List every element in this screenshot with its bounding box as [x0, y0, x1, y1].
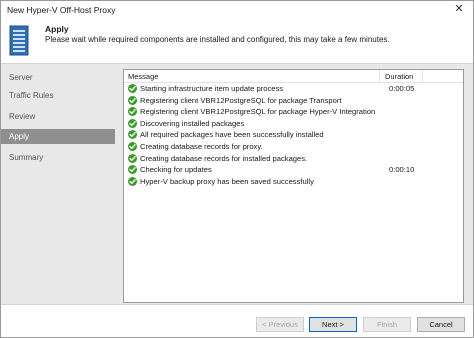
log-row[interactable]: Creating database records for installed … — [124, 153, 463, 165]
sidebar-item-server[interactable]: Server — [1, 70, 115, 85]
log-row[interactable]: Registering client VBR12PostgreSQL for p… — [124, 106, 463, 118]
main-content: Message Duration Starting infrastructure… — [115, 64, 473, 304]
success-check-icon — [128, 107, 137, 117]
log-message: Registering client VBR12PostgreSQL for p… — [140, 107, 376, 117]
column-header-message[interactable]: Message — [128, 72, 158, 81]
column-header-duration[interactable]: Duration — [385, 72, 413, 81]
wizard-footer: < Previous Next > Finish Cancel — [1, 304, 473, 337]
success-check-icon — [128, 141, 137, 151]
log-message: All required packages have been successf… — [140, 130, 324, 140]
log-message: Registering client VBR12PostgreSQL for p… — [140, 95, 342, 105]
success-check-icon — [128, 118, 137, 128]
log-row[interactable]: Hyper-V backup proxy has been saved succ… — [124, 176, 463, 188]
success-check-icon — [128, 130, 137, 140]
log-message: Creating database records for proxy. — [140, 141, 263, 151]
column-divider[interactable] — [422, 70, 423, 83]
close-icon[interactable]: ✕ — [445, 1, 473, 19]
sidebar-item-traffic-rules[interactable]: Traffic Rules — [1, 88, 115, 103]
log-duration: 0:00:10 — [389, 165, 415, 175]
success-check-icon — [128, 176, 137, 186]
log-row[interactable]: All required packages have been successf… — [124, 129, 463, 141]
sidebar-item-summary[interactable]: Summary — [1, 150, 115, 165]
column-divider[interactable] — [379, 70, 380, 83]
success-check-icon — [128, 84, 137, 93]
log-row[interactable]: Discovering installed packages — [124, 118, 463, 130]
log-header: Message Duration — [124, 70, 463, 83]
log-message: Checking for updates — [140, 165, 212, 175]
wizard-window: New Hyper-V Off-Host Proxy ✕ Apply Pleas… — [0, 0, 474, 338]
log-message: Starting infrastructure item update proc… — [140, 84, 284, 93]
window-title: New Hyper-V Off-Host Proxy — [7, 5, 116, 15]
log-row[interactable]: Creating database records for proxy. — [124, 141, 463, 153]
log-message: Hyper-V backup proxy has been saved succ… — [140, 176, 314, 186]
log-duration: 0:00:05 — [389, 84, 415, 93]
step-description: Please wait while required components ar… — [45, 35, 390, 44]
cancel-button[interactable]: Cancel — [417, 317, 465, 332]
next-button[interactable]: Next > — [309, 317, 357, 332]
log-rows: Starting infrastructure item update proc… — [124, 83, 463, 187]
step-title: Apply — [45, 24, 69, 34]
title-bar: New Hyper-V Off-Host Proxy ✕ — [1, 1, 473, 19]
wizard-steps-sidebar: Server Traffic Rules Review Apply Summar… — [1, 64, 115, 304]
log-message: Discovering installed packages — [140, 118, 245, 128]
log-row[interactable]: Starting infrastructure item update proc… — [124, 83, 463, 95]
log-row[interactable]: Registering client VBR12PostgreSQL for p… — [124, 95, 463, 107]
progress-log[interactable]: Message Duration Starting infrastructure… — [123, 69, 464, 303]
log-row[interactable]: Checking for updates 0:00:10 — [124, 164, 463, 176]
success-check-icon — [128, 153, 137, 163]
server-icon — [9, 25, 29, 56]
success-check-icon — [128, 95, 137, 105]
step-header: Apply Please wait while required compone… — [1, 19, 473, 64]
sidebar-item-review[interactable]: Review — [1, 109, 115, 124]
success-check-icon — [128, 165, 137, 175]
finish-button[interactable]: Finish — [363, 317, 411, 332]
previous-button[interactable]: < Previous — [256, 317, 304, 332]
log-message: Creating database records for installed … — [140, 153, 308, 163]
sidebar-item-apply[interactable]: Apply — [1, 129, 115, 144]
